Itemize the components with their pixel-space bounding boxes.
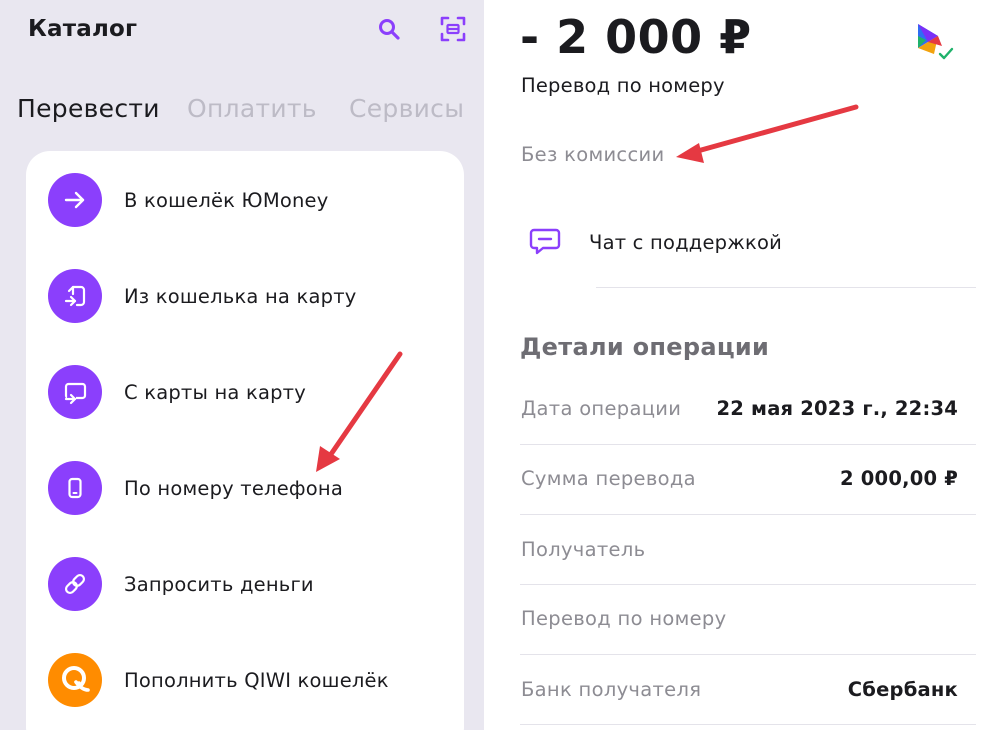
list-item-wallet-to-card[interactable]: Из кошелька на карту: [48, 266, 448, 326]
detail-label-amount: Сумма перевода: [521, 467, 696, 490]
search-icon: [379, 19, 400, 40]
list-item-topup-qiwi[interactable]: Пополнить QIWI кошелёк: [48, 650, 448, 710]
detail-label-phone-transfer: Перевод по номеру: [521, 607, 727, 630]
list-item-label: В кошелёк ЮMoney: [124, 188, 329, 212]
tab-pay[interactable]: Оплатить: [187, 94, 317, 123]
list-item-label: По номеру телефона: [124, 476, 344, 500]
link-icon: [64, 573, 86, 595]
search-button[interactable]: [374, 14, 404, 44]
divider: [520, 724, 976, 725]
tab-transfer[interactable]: Перевести: [17, 94, 160, 123]
divider: [520, 444, 976, 445]
section-title-details: Детали операции: [520, 333, 770, 361]
qr-scan-button[interactable]: [438, 14, 468, 44]
divider: [596, 287, 976, 288]
support-chat-label: Чат с поддержкой: [589, 230, 782, 254]
detail-value-date: 22 мая 2023 г., 22:34: [716, 397, 958, 420]
list-item-label: Запросить деньги: [124, 572, 314, 596]
transfer-amount: - 2 000 ₽: [520, 10, 752, 64]
detail-label-date: Дата операции: [521, 397, 682, 420]
qr-scan-icon: [440, 16, 466, 42]
detail-value-bank: Сбербанк: [847, 678, 958, 701]
bank-logo-icon: [918, 24, 954, 60]
phone-icon: [68, 477, 82, 499]
qiwi-logo-icon: [62, 666, 90, 692]
tab-services[interactable]: Сервисы: [349, 94, 464, 123]
commission-info: Без комиссии: [521, 143, 665, 166]
transfer-options-card: В кошелёк ЮMoney Из кошелька на карту С …: [26, 151, 464, 730]
page-title: Каталог: [28, 16, 138, 42]
operation-details-panel: - 2 000 ₽ Перевод по номеру Без комиссии…: [490, 0, 986, 730]
list-item-label: Из кошелька на карту: [124, 284, 357, 308]
list-item-label: С карты на карту: [124, 380, 306, 404]
divider: [520, 514, 976, 515]
chat-bubble-icon: [529, 228, 561, 255]
detail-value-amount: 2 000,00 ₽: [840, 467, 958, 490]
divider: [520, 654, 976, 655]
card-to-card-icon: [64, 382, 87, 405]
list-item-label: Пополнить QIWI кошелёк: [124, 668, 389, 692]
detail-label-bank: Банк получателя: [521, 678, 702, 701]
arrow-right-icon: [64, 191, 85, 209]
wallet-to-card-icon: [64, 285, 86, 307]
list-item-card-to-card[interactable]: С карты на карту: [48, 362, 448, 422]
list-item-by-phone[interactable]: По номеру телефона: [48, 458, 448, 518]
detail-label-recipient: Получатель: [521, 538, 646, 561]
divider: [520, 584, 976, 585]
support-chat-button[interactable]: Чат с поддержкой: [528, 222, 978, 262]
list-item-to-yoomoney[interactable]: В кошелёк ЮMoney: [48, 170, 448, 230]
operation-type: Перевод по номеру: [521, 74, 725, 97]
list-item-request-money[interactable]: Запросить деньги: [48, 554, 448, 614]
catalog-panel: Каталог Перевести Оплатить Сервисы В кош…: [0, 0, 484, 730]
